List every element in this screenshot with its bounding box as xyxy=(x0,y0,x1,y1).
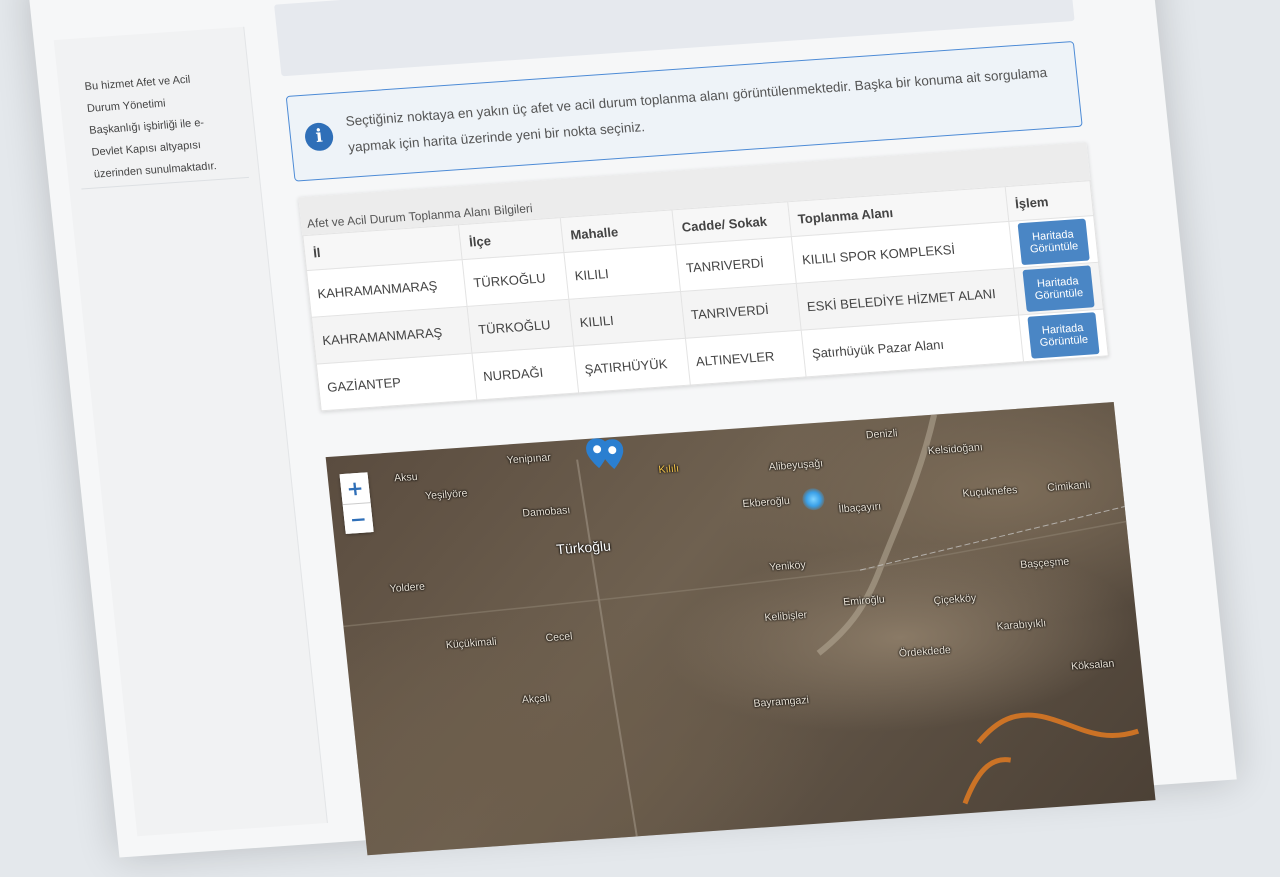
info-alert-text: Seçtiğiniz noktaya en yakın üç afet ve a… xyxy=(344,64,1048,155)
cell-mahalle: ŞATIRHÜYÜK xyxy=(573,338,690,393)
zoom-in-button[interactable]: + xyxy=(339,472,371,505)
cell-action: Haritada Görüntüle xyxy=(1013,262,1104,315)
cell-mahalle: KILILI xyxy=(568,291,685,347)
cell-action: Haritada Görüntüle xyxy=(1018,309,1109,362)
map-fault-line xyxy=(962,757,1012,805)
column-header-islem: İşlem xyxy=(1004,180,1094,222)
cell-action: Haritada Görüntüle xyxy=(1008,215,1099,269)
map-place-label: Kılılı xyxy=(657,462,680,476)
cell-mahalle: KILILI xyxy=(563,244,681,300)
page-container: Bu hizmet Afet ve Acil Durum Yönetimi Ba… xyxy=(27,0,1237,858)
info-circle-icon: i xyxy=(303,121,335,152)
cell-cadde: TANRIVERDİ xyxy=(675,236,797,292)
cell-ilce: TÜRKOĞLU xyxy=(462,252,569,307)
map-place-label: Yeniköy xyxy=(768,558,807,574)
cell-ilce: NURDAĞI xyxy=(472,346,579,400)
map-place-label: Denizli xyxy=(865,427,899,442)
page-stage: Bu hizmet Afet ve Acil Durum Yönetimi Ba… xyxy=(0,0,1280,858)
map-road xyxy=(343,520,1127,628)
map-boundary xyxy=(859,506,1125,571)
zoom-out-button[interactable]: − xyxy=(342,502,374,534)
cell-cadde: TANRIVERDİ xyxy=(680,283,801,339)
sidebar: Bu hizmet Afet ve Acil Durum Yönetimi Ba… xyxy=(53,26,328,837)
map-road xyxy=(576,459,638,837)
cell-il: GAZİANTEP xyxy=(316,353,478,411)
satellite-map[interactable]: + − Aksu Yeşilyöre Yenipınar Damobası Tü… xyxy=(325,402,1156,856)
map-place-label: Cecel xyxy=(545,630,574,645)
assembly-area-marker-icon[interactable] xyxy=(600,438,625,470)
cell-cadde: ALTINEVLER xyxy=(684,330,806,386)
map-place-label: Aksu xyxy=(393,470,419,485)
view-on-map-button[interactable]: Haritada Görüntüle xyxy=(1017,218,1090,266)
assembly-area-table: Afet ve Acil Durum Toplanma Alanı Bilgil… xyxy=(298,142,1109,412)
cell-ilce: TÜRKOĞLU xyxy=(467,299,574,354)
map-place-label: Akçalı xyxy=(521,692,552,707)
main-content: i Seçtiğiniz noktaya en yakın üç afet ve… xyxy=(256,0,1156,856)
view-on-map-button[interactable]: Haritada Görüntüle xyxy=(1027,312,1100,359)
sidebar-service-info: Bu hizmet Afet ve Acil Durum Yönetimi Ba… xyxy=(84,66,245,186)
view-on-map-button[interactable]: Haritada Görüntüle xyxy=(1022,265,1095,312)
map-fault-line xyxy=(976,712,1140,744)
map-place-label: Yoldere xyxy=(389,580,426,595)
